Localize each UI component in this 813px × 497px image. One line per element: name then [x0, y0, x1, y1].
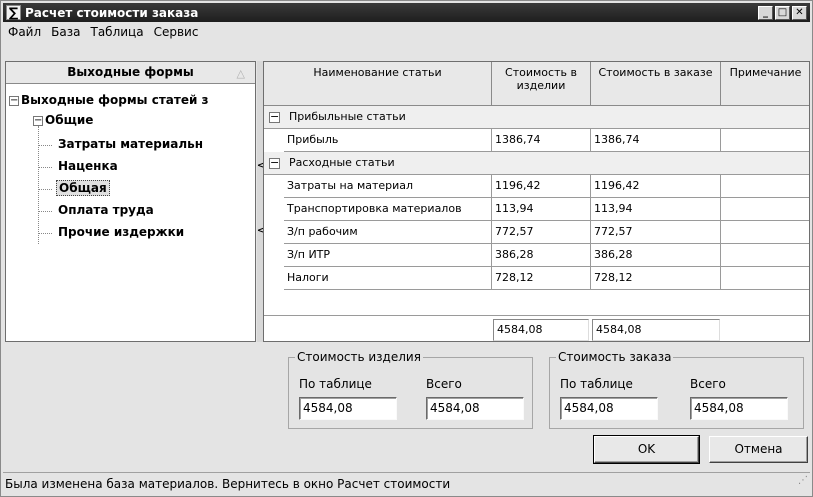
- tree-item-labor[interactable]: Оплата труда: [58, 200, 154, 220]
- order-cost-group: Стоимость заказа По таблице Всего 4584,0…: [549, 350, 804, 429]
- menu-bar: Файл База Таблица Сервис: [3, 23, 203, 41]
- status-bar: Была изменена база материалов. Вернитесь…: [3, 472, 810, 494]
- group-row-expenses[interactable]: − Расходные статьи: [264, 152, 809, 175]
- table-row[interactable]: Затраты на материал 1196,42 1196,42: [264, 175, 809, 198]
- cell-note[interactable]: [721, 129, 809, 152]
- column-header-order-cost[interactable]: Стоимость в заказе: [591, 62, 721, 106]
- tree-item-markup[interactable]: Наценка: [58, 156, 118, 176]
- cell-note[interactable]: [721, 244, 809, 267]
- collapse-icon[interactable]: −: [9, 95, 19, 106]
- total-order-cost: 4584,08: [592, 319, 720, 341]
- cell-order-cost[interactable]: 113,94: [591, 198, 721, 221]
- tree-root-node[interactable]: − Выходные формы статей з: [9, 90, 209, 110]
- cell-item-cost[interactable]: 772,57: [492, 221, 591, 244]
- window-title: Расчет стоимости заказа: [25, 5, 199, 20]
- cell-order-cost[interactable]: 772,57: [591, 221, 721, 244]
- cell-name[interactable]: З/п ИТР: [284, 244, 492, 267]
- close-button[interactable]: ✕: [792, 5, 807, 20]
- cell-note[interactable]: [721, 198, 809, 221]
- menu-base[interactable]: База: [46, 25, 85, 39]
- output-forms-tree[interactable]: Выходные формы △ − Выходные формы статей …: [5, 61, 256, 342]
- total-label: Всего: [426, 377, 462, 391]
- order-total-field[interactable]: 4584,08: [690, 397, 788, 420]
- cell-name[interactable]: Транспортировка материалов: [284, 198, 492, 221]
- tree-item-label: Общая: [56, 180, 110, 196]
- cell-order-cost[interactable]: 386,28: [591, 244, 721, 267]
- totals-row: 4584,08 4584,08: [264, 315, 809, 341]
- tree-group-label: Общие: [45, 113, 94, 127]
- cell-item-cost[interactable]: 113,94: [492, 198, 591, 221]
- table-row[interactable]: Налоги 728,12 728,12: [264, 267, 809, 290]
- cell-note[interactable]: [721, 175, 809, 198]
- by-table-label: По таблице: [560, 377, 633, 391]
- by-table-label: По таблице: [299, 377, 372, 391]
- group-row-profit[interactable]: − Прибыльные статьи: [264, 106, 809, 129]
- column-header-item-cost[interactable]: Стоимость в изделии: [492, 62, 591, 106]
- item-cost-group: Стоимость изделия По таблице Всего 4584,…: [288, 350, 533, 429]
- tree-connector: [38, 233, 52, 234]
- tree-item-label: Оплата труда: [58, 203, 154, 217]
- cell-note[interactable]: [721, 267, 809, 290]
- sort-arrow-icon: △: [236, 67, 245, 80]
- cancel-button[interactable]: Отмена: [709, 436, 808, 463]
- cell-name[interactable]: З/п рабочим: [284, 221, 492, 244]
- group-label: Расходные статьи: [289, 156, 395, 169]
- tree-group-node[interactable]: − Общие: [33, 110, 93, 130]
- tree-item-other[interactable]: Прочие издержки: [58, 222, 184, 242]
- table-row[interactable]: З/п рабочим 772,57 772,57: [264, 221, 809, 244]
- tree-item-label: Наценка: [58, 159, 118, 173]
- group-label: Прибыльные статьи: [289, 110, 406, 123]
- tree-connector: [38, 126, 39, 244]
- menu-file[interactable]: Файл: [3, 25, 46, 39]
- table-row[interactable]: Прибыль 1386,74 1386,74: [264, 129, 809, 152]
- collapse-icon[interactable]: −: [269, 111, 280, 123]
- table-row[interactable]: З/п ИТР 386,28 386,28: [264, 244, 809, 267]
- order-by-table-field[interactable]: 4584,08: [560, 397, 658, 420]
- title-bar[interactable]: ∑ Расчет стоимости заказа _ □ ✕: [3, 3, 810, 22]
- minimize-button[interactable]: _: [758, 5, 773, 20]
- tree-connector: [38, 189, 52, 190]
- item-cost-legend: Стоимость изделия: [295, 350, 423, 364]
- tree-item-label: Затраты материальн: [58, 137, 204, 151]
- cell-name[interactable]: Прибыль: [284, 129, 492, 152]
- tree-connector: [38, 145, 52, 146]
- collapse-icon[interactable]: −: [33, 115, 43, 126]
- order-cost-legend: Стоимость заказа: [556, 350, 674, 364]
- main-window: ∑ Расчет стоимости заказа _ □ ✕ Файл Баз…: [0, 0, 813, 497]
- table-row[interactable]: Транспортировка материалов 113,94 113,94: [264, 198, 809, 221]
- cell-name[interactable]: Затраты на материал: [284, 175, 492, 198]
- menu-service[interactable]: Сервис: [149, 25, 204, 39]
- sigma-icon: ∑: [6, 5, 21, 21]
- cell-order-cost[interactable]: 728,12: [591, 267, 721, 290]
- cell-item-cost[interactable]: 1196,42: [492, 175, 591, 198]
- total-label: Всего: [690, 377, 726, 391]
- tree-item-general[interactable]: Общая: [56, 178, 110, 198]
- menu-table[interactable]: Таблица: [85, 25, 148, 39]
- maximize-button[interactable]: □: [775, 5, 790, 20]
- tree-root-label: Выходные формы статей з: [21, 93, 209, 107]
- cell-order-cost[interactable]: 1196,42: [591, 175, 721, 198]
- cell-order-cost[interactable]: 1386,74: [591, 129, 721, 152]
- cell-note[interactable]: [721, 221, 809, 244]
- cell-item-cost[interactable]: 386,28: [492, 244, 591, 267]
- cell-name[interactable]: Налоги: [284, 267, 492, 290]
- tree-connector: [38, 167, 52, 168]
- column-header-name[interactable]: Наименование статьи: [264, 62, 492, 106]
- item-total-field[interactable]: 4584,08: [426, 397, 524, 420]
- tree-header[interactable]: Выходные формы △: [6, 62, 255, 84]
- cell-item-cost[interactable]: 1386,74: [492, 129, 591, 152]
- cell-item-cost[interactable]: 728,12: [492, 267, 591, 290]
- ok-button[interactable]: OK: [593, 435, 700, 464]
- tree-header-label: Выходные формы: [67, 65, 194, 79]
- status-text: Была изменена база материалов. Вернитесь…: [5, 477, 451, 491]
- tree-item-materials[interactable]: Затраты материальн: [58, 134, 203, 154]
- column-header-note[interactable]: Примечание: [721, 62, 809, 106]
- item-by-table-field[interactable]: 4584,08: [299, 397, 397, 420]
- total-item-cost: 4584,08: [493, 319, 589, 341]
- tree-connector: [38, 211, 52, 212]
- collapse-icon[interactable]: −: [269, 157, 280, 169]
- resize-grip-icon[interactable]: ⋰: [798, 470, 808, 492]
- cost-items-table[interactable]: Наименование статьи Стоимость в изделии …: [263, 61, 810, 342]
- tree-item-label: Прочие издержки: [58, 225, 185, 239]
